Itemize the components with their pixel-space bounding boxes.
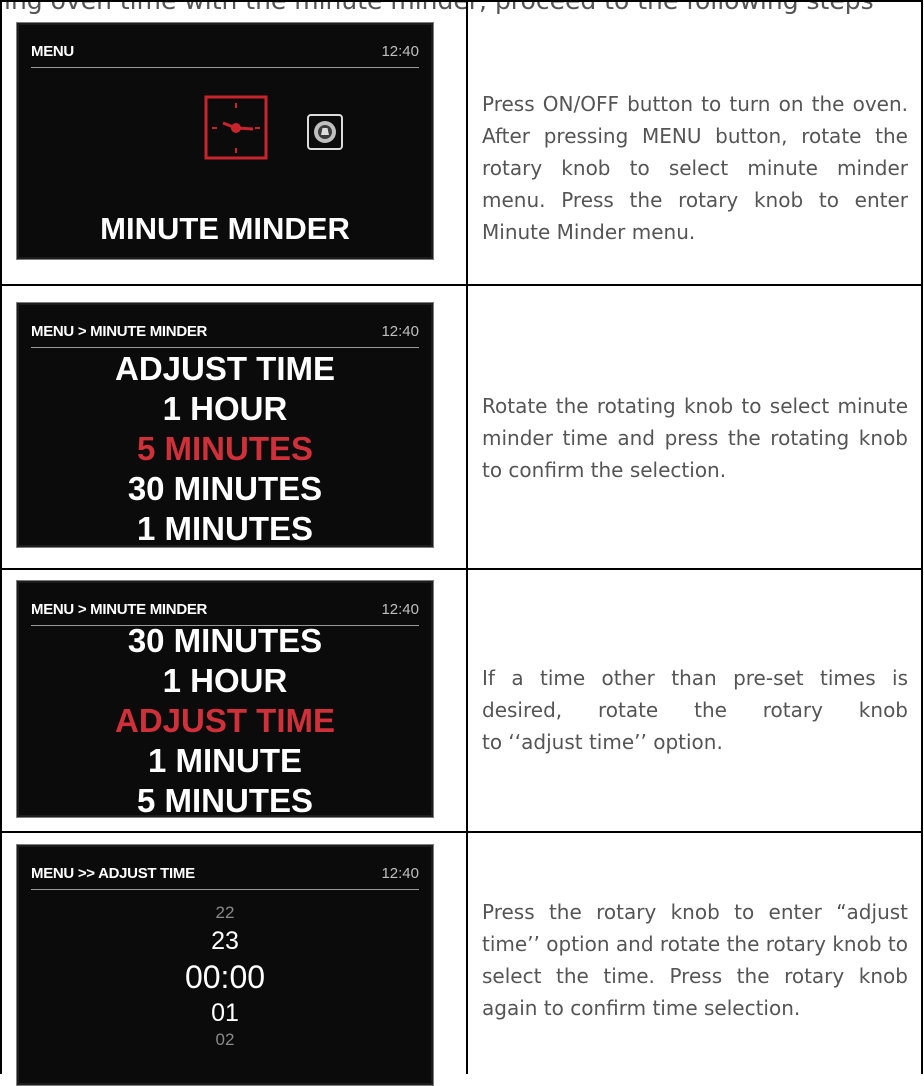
alarm-bell-icon — [307, 114, 343, 150]
time-wheel: 22 23 00:00 01 02 — [17, 901, 433, 1051]
screen-header: MENU > MINUTE MINDER 12:40 — [31, 323, 419, 348]
menu-option: 30 MINUTES — [127, 470, 323, 507]
step-2-description: Rotate the rotating knob to select minut… — [482, 394, 908, 482]
menu-path: MENU > MINUTE MINDER — [31, 323, 208, 340]
menu-option: 30 MINUTES — [127, 622, 323, 659]
wheel-value: 22 — [215, 903, 235, 922]
menu-option-selected: ADJUST TIME — [114, 702, 335, 739]
menu-option-selected: 5 MINUTES — [136, 430, 314, 467]
step-3-description: If a time other than pre-set times is de… — [482, 662, 908, 758]
screen-header: MENU >> ADJUST TIME 12:40 — [31, 865, 419, 890]
screen-header: MENU 12:40 — [31, 43, 419, 68]
description-line: to ‘‘adjust time’’ option. — [482, 730, 723, 754]
menu-option: 1 MINUTES — [136, 510, 314, 547]
step-4-description: Press the rotary knob to enter “adjust t… — [482, 900, 908, 1020]
clock-time: 12:40 — [381, 43, 419, 60]
time-options-list: ADJUST TIME 1 HOUR 5 MINUTES 30 MINUTES … — [17, 349, 433, 547]
menu-option: 1 HOUR — [162, 662, 288, 699]
clock-icon — [204, 95, 268, 160]
screen-3: MENU > MINUTE MINDER 12:40 30 MINUTES 1 … — [16, 580, 434, 818]
clock-time: 12:40 — [381, 865, 419, 882]
menu-option: 1 HOUR — [162, 390, 288, 427]
screen-caption: MINUTE MINDER — [100, 211, 350, 246]
time-options-list: 30 MINUTES 1 HOUR ADJUST TIME 1 MINUTE 5… — [17, 621, 433, 818]
screen-1: MENU 12:40 MINUTE MINDER — [16, 22, 434, 260]
menu-option: 1 MINUTE — [147, 742, 302, 779]
menu-option: ADJUST TIME — [114, 350, 335, 387]
screen-2: MENU > MINUTE MINDER 12:40 ADJUST TIME 1… — [16, 302, 434, 548]
description-line: If a time other than pre-set times is de… — [482, 666, 908, 722]
clock-time: 12:40 — [381, 323, 419, 340]
wheel-value-current: 00:00 — [184, 959, 266, 995]
menu-path: MENU > MINUTE MINDER — [31, 601, 208, 618]
menu-option: 5 MINUTES — [136, 782, 314, 818]
menu-path: MENU — [31, 43, 74, 60]
clock-time: 12:40 — [381, 601, 419, 618]
wheel-value: 01 — [211, 999, 239, 1027]
step-1-description: Press ON/OFF button to turn on the oven.… — [482, 92, 908, 244]
wheel-value: 02 — [215, 1030, 235, 1049]
wheel-value: 23 — [211, 927, 239, 955]
menu-path: MENU >> ADJUST TIME — [31, 865, 195, 882]
screen-4: MENU >> ADJUST TIME 12:40 22 23 00:00 01… — [16, 844, 434, 1086]
